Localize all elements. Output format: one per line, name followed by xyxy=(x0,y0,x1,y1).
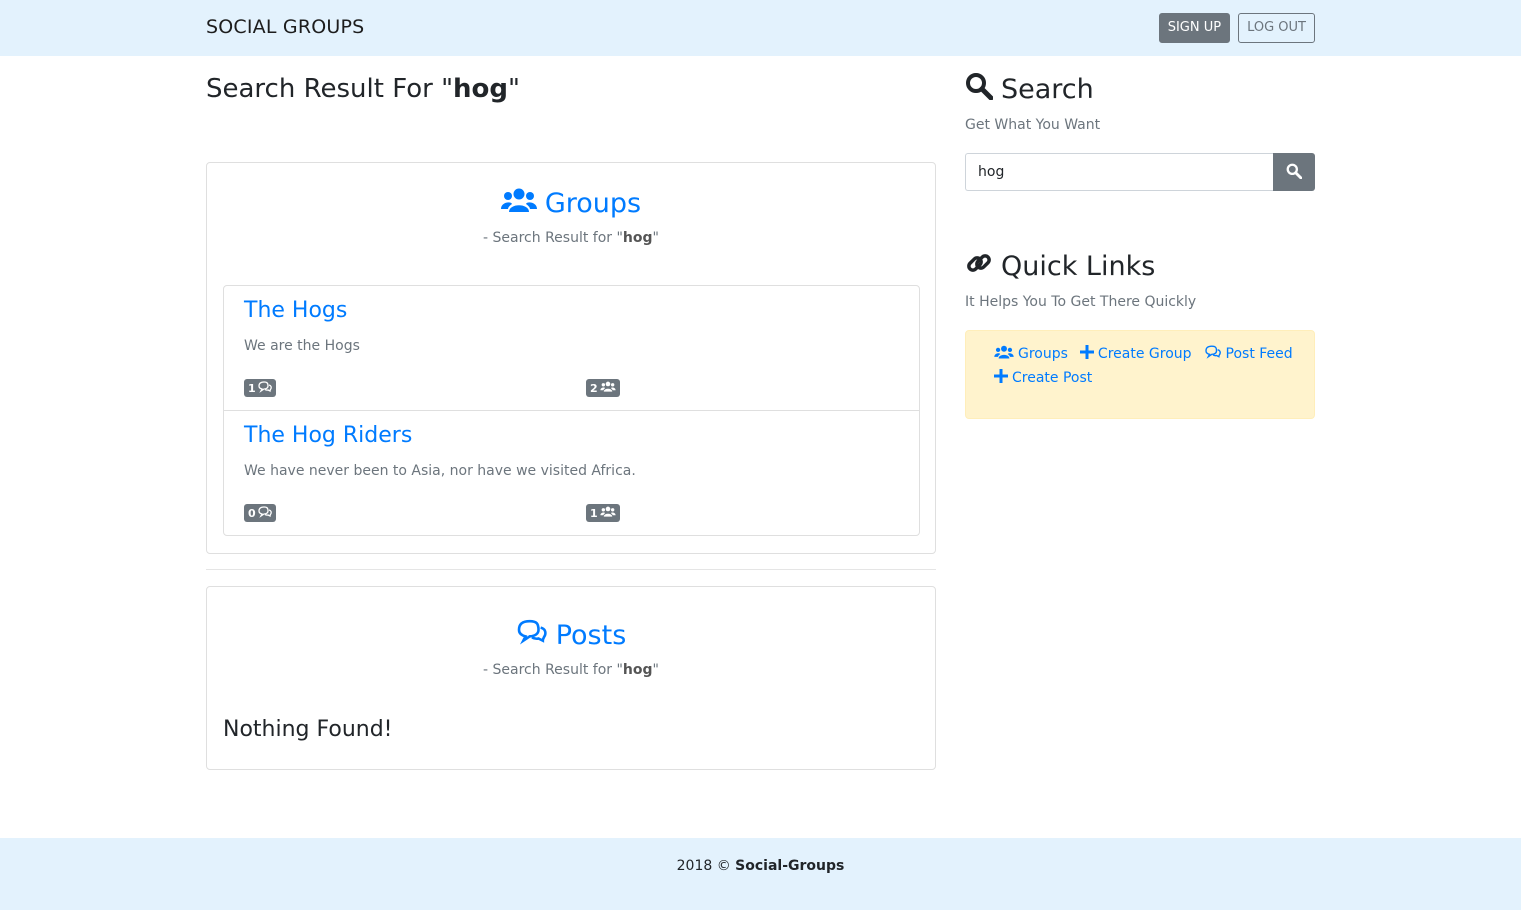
groups-card-header: Groups - Search Result for "hog" xyxy=(207,187,935,246)
comments-icon xyxy=(516,619,548,652)
footer: 2018 © Social-Groups xyxy=(0,838,1521,910)
brand[interactable]: SOCIAL GROUPS xyxy=(206,16,364,38)
groups-subtitle: - Search Result for "hog" xyxy=(483,230,659,246)
search-button[interactable] xyxy=(1273,153,1315,191)
logout-button[interactable]: LOG OUT xyxy=(1238,13,1315,43)
members-count-badge: 1 xyxy=(586,504,620,522)
posts-subtitle: - Search Result for "hog" xyxy=(483,662,659,678)
search-input[interactable] xyxy=(965,153,1273,191)
groups-card: Groups - Search Result for "hog" The Hog… xyxy=(206,162,936,554)
users-icon xyxy=(600,381,616,395)
quick-links-row: Groups Create Group Post Feed xyxy=(994,345,1293,363)
group-description: We are the Hogs xyxy=(244,338,360,354)
groups-list: The Hogs We are the Hogs 1 2 The Hog Rid… xyxy=(223,285,920,536)
search-subtitle: Get What You Want xyxy=(965,117,1101,133)
quick-links-heading: Quick Links xyxy=(965,249,1155,284)
signup-button[interactable]: SIGN UP xyxy=(1158,13,1231,43)
group-list-item[interactable]: The Hog Riders We have never been to Asi… xyxy=(224,411,919,535)
quick-link-post-feed[interactable]: Post Feed xyxy=(1204,345,1293,363)
plus-icon xyxy=(1079,345,1094,363)
link-icon xyxy=(965,249,993,284)
users-icon xyxy=(994,345,1014,363)
comments-icon xyxy=(1204,345,1222,363)
group-title[interactable]: The Hogs xyxy=(244,298,347,323)
divider xyxy=(206,569,936,570)
nav-buttons: SIGN UP LOG OUT xyxy=(1158,13,1315,43)
users-icon xyxy=(600,506,616,520)
posts-card: Posts - Search Result for "hog" Nothing … xyxy=(206,586,936,770)
quick-links-subtitle: It Helps You To Get There Quickly xyxy=(965,294,1197,310)
page-title: Search Result For "hog" xyxy=(206,74,520,104)
search-query: hog xyxy=(453,74,509,104)
empty-state-text: Nothing Found! xyxy=(223,717,393,742)
plus-icon xyxy=(994,369,1008,387)
posts-count-badge: 1 xyxy=(244,379,276,397)
group-title[interactable]: The Hog Riders xyxy=(244,423,412,448)
comments-icon xyxy=(258,505,272,521)
navbar: SOCIAL GROUPS SIGN UP LOG OUT xyxy=(0,0,1521,56)
quick-link-create-group[interactable]: Create Group xyxy=(1079,345,1192,363)
group-list-item[interactable]: The Hogs We are the Hogs 1 2 xyxy=(224,286,919,411)
comments-icon xyxy=(258,380,272,396)
quick-link-groups[interactable]: Groups xyxy=(994,345,1068,363)
footer-text: 2018 © Social-Groups xyxy=(676,858,845,874)
footer-brand: Social-Groups xyxy=(735,858,845,874)
posts-count-badge: 0 xyxy=(244,504,276,522)
posts-heading-label: Posts xyxy=(555,620,627,651)
groups-heading[interactable]: Groups xyxy=(500,187,642,220)
posts-card-header: Posts - Search Result for "hog" xyxy=(207,619,935,678)
quick-link-create-post[interactable]: Create Post xyxy=(994,369,1092,387)
quick-links-box: Groups Create Group Post Feed Create Pos… xyxy=(965,330,1315,419)
search-form xyxy=(965,153,1315,191)
group-description: We have never been to Asia, nor have we … xyxy=(244,463,636,479)
search-icon xyxy=(1286,163,1303,182)
users-icon xyxy=(500,187,537,220)
search-heading: Search xyxy=(965,72,1094,107)
quick-links-row: Create Post xyxy=(994,369,1286,387)
posts-heading[interactable]: Posts xyxy=(516,619,627,652)
search-icon xyxy=(965,72,994,107)
groups-heading-label: Groups xyxy=(544,188,642,219)
members-count-badge: 2 xyxy=(586,379,620,397)
